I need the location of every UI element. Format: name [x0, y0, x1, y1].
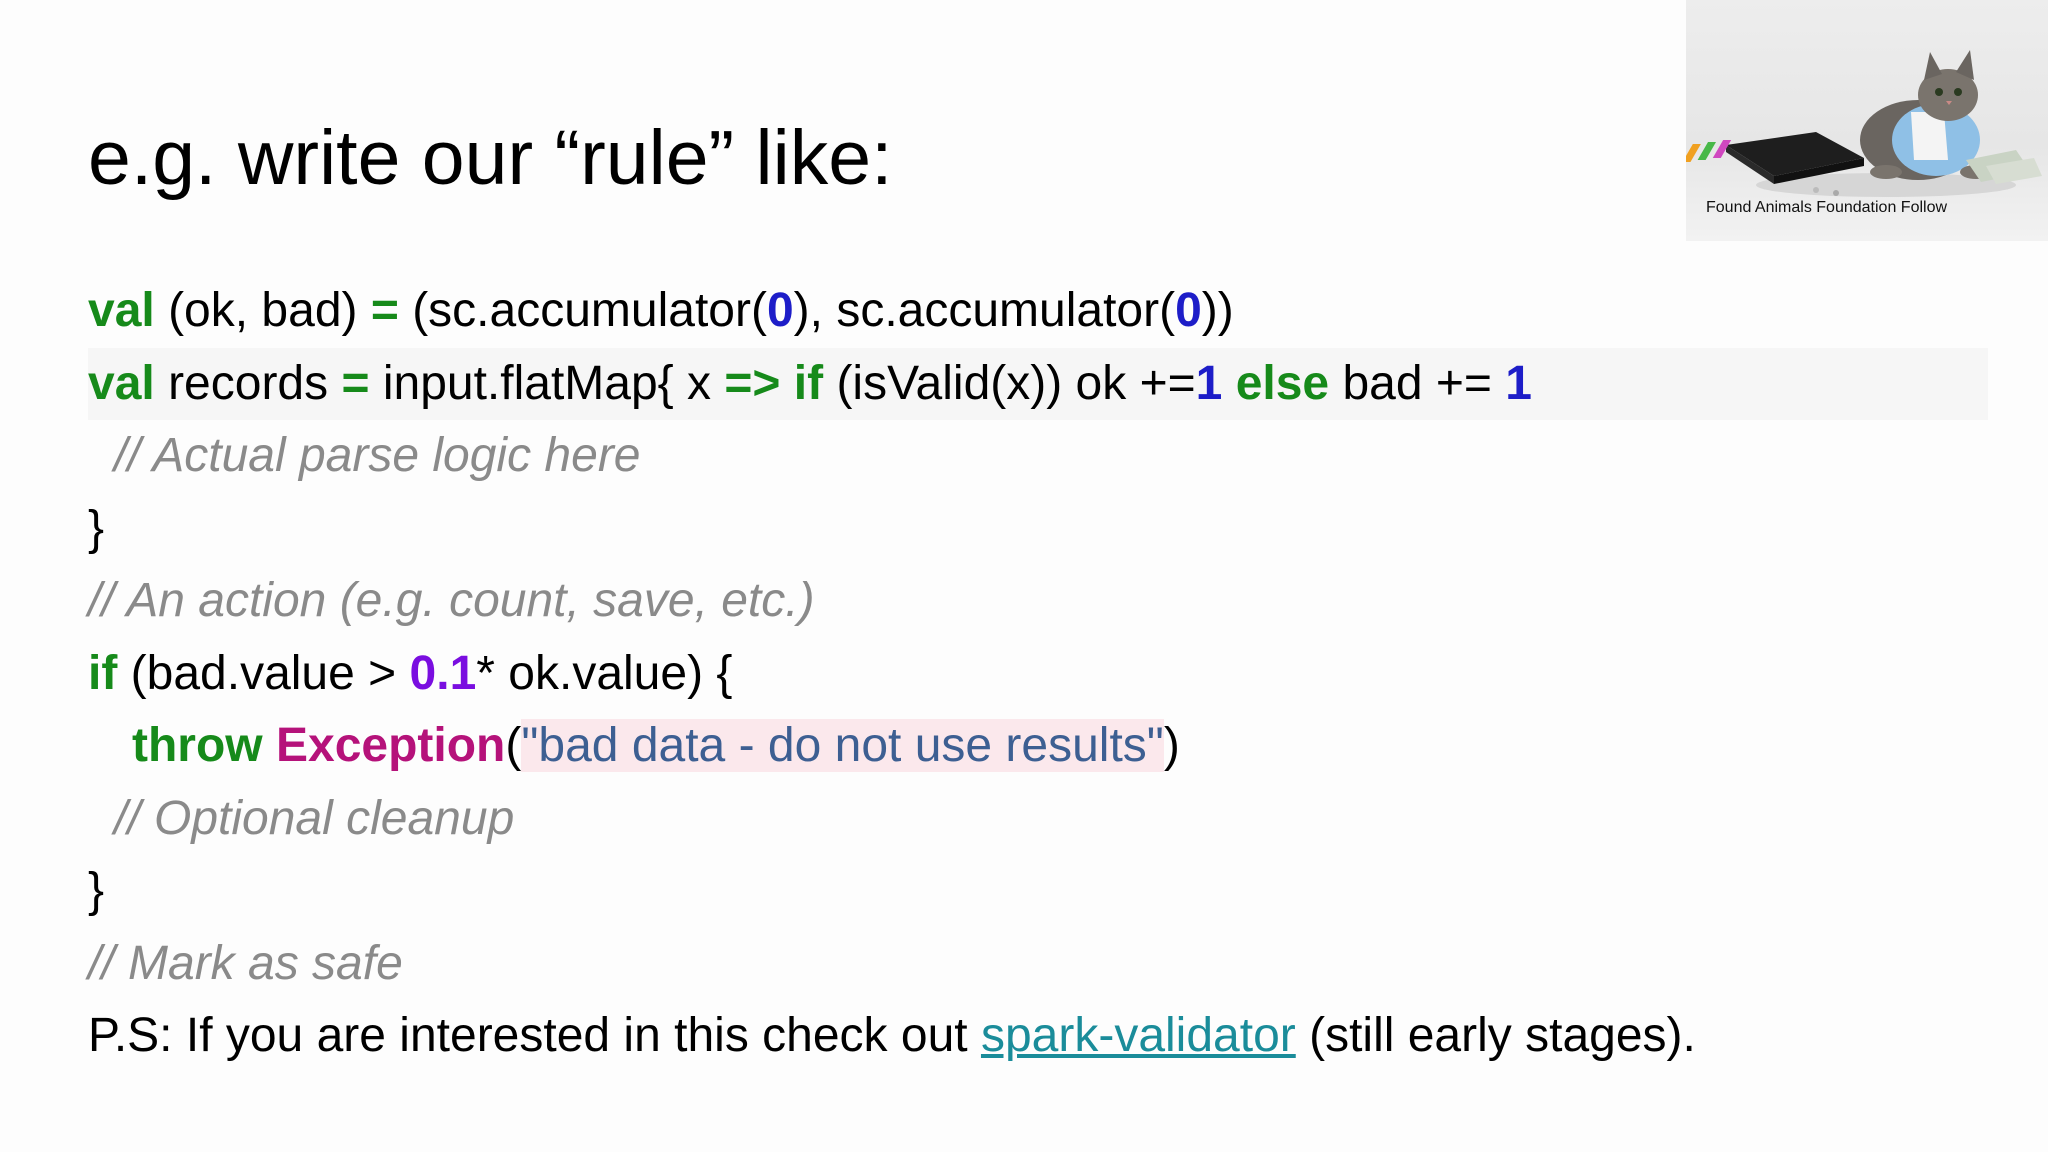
slide-title: e.g. write our “rule” like:: [88, 115, 893, 201]
code-text: bad +=: [1329, 356, 1506, 410]
number: 0: [766, 284, 794, 337]
ps-line: P.S: If you are interested in this check…: [88, 1000, 1988, 1073]
number: 0.1: [409, 646, 477, 700]
code-line-7: throw Exception("bad data - do not use r…: [88, 710, 1988, 783]
code-text: (bad.value >: [117, 646, 410, 700]
code-text: input.flatMap{ x: [369, 356, 725, 410]
code-line-9: }: [88, 855, 1988, 928]
keyword: else: [1235, 356, 1330, 410]
code-text: (ok, bad): [154, 284, 371, 337]
comment: // Actual parse logic here: [114, 429, 641, 482]
code-text: (: [505, 719, 522, 772]
code-text: * ok.value) {: [476, 646, 733, 700]
arrow-operator: =>: [724, 356, 781, 410]
code-line-1: val (ok, bad) = (sc.accumulator(0), sc.a…: [88, 275, 1988, 348]
ps-text: (still early stages).: [1295, 1009, 1696, 1062]
code-text: (isValid(x)) ok +=: [823, 356, 1196, 410]
number: 0: [1175, 284, 1202, 337]
ps-text: P.S: If you are interested in this check…: [88, 1009, 981, 1062]
string-literal: "bad data - do not use results": [521, 719, 1164, 772]
comment: // Mark as safe: [88, 936, 403, 990]
code-line-6: if (bad.value > 0.1* ok.value) {: [88, 638, 1988, 711]
code-text: ): [1163, 719, 1180, 772]
code-line-3: // Actual parse logic here: [88, 420, 1988, 493]
keyword: val: [88, 356, 155, 410]
number: 1: [1505, 356, 1532, 410]
code-line-4: }: [88, 493, 1988, 566]
code-text: )): [1201, 284, 1234, 337]
code-text: ), sc.accumulator(: [793, 284, 1176, 337]
code-line-2: val records = input.flatMap{ x => if (is…: [88, 347, 1988, 420]
closing-brace: }: [88, 501, 105, 555]
number: 1: [1195, 356, 1223, 410]
closing-brace: }: [88, 864, 105, 917]
keyword: if: [88, 646, 118, 700]
spark-validator-link[interactable]: spark-validator: [981, 1009, 1296, 1062]
cat-photo-thumbnail[interactable]: Found Animals Foundation Follow: [1686, 0, 2048, 241]
thumbnail-caption: Found Animals Foundation Follow: [1706, 199, 1948, 216]
class-name: Exception: [275, 719, 506, 772]
operator: =: [370, 284, 399, 337]
keyword: if: [793, 356, 824, 410]
code-line-8: // Optional cleanup: [88, 783, 1988, 856]
keyword: val: [88, 284, 155, 337]
code-line-5: // An action (e.g. count, save, etc.): [88, 565, 1988, 638]
keyword: throw: [132, 719, 263, 772]
code-text: records: [154, 356, 342, 410]
comment: // Optional cleanup: [114, 791, 515, 845]
code-line-10: // Mark as safe: [88, 928, 1988, 1001]
operator: =: [341, 356, 370, 410]
code-block: val (ok, bad) = (sc.accumulator(0), sc.a…: [88, 275, 1988, 1073]
comment: // An action (e.g. count, save, etc.): [88, 574, 815, 627]
code-text: (sc.accumulator(: [398, 284, 767, 337]
slide: e.g. write our “rule” like: val (ok, bad…: [0, 0, 2048, 1152]
